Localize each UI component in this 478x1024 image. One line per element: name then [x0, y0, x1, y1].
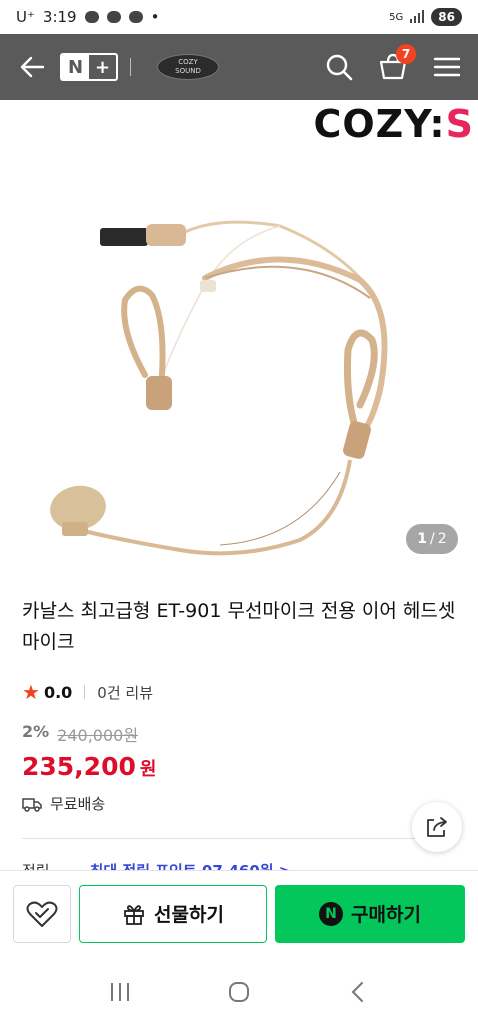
- recent-apps-icon: [110, 983, 129, 1001]
- bottom-action-bar: 선물하기 N 구매하기: [0, 870, 478, 956]
- price-row: 235,200 원: [22, 752, 458, 781]
- share-icon: [427, 817, 447, 837]
- image-counter-separator: /: [430, 531, 435, 547]
- review-count[interactable]: 0건 리뷰: [97, 682, 153, 703]
- shipping-row: 무료배송: [22, 793, 458, 814]
- n-logo: N: [62, 55, 89, 79]
- back-nav-button[interactable]: [338, 972, 378, 1012]
- gift-button-label: 선물하기: [154, 904, 224, 926]
- product-info: 카날스 최고급형 ET-901 무선마이크 전용 이어 헤드셋 마이크 ★ 0.…: [22, 596, 458, 814]
- menu-button[interactable]: [430, 50, 464, 84]
- buy-button-label: 구매하기: [351, 904, 421, 926]
- buy-button[interactable]: N 구매하기: [275, 884, 465, 943]
- talk-notification-icon: [84, 11, 99, 23]
- store-logo[interactable]: COZY SOUND: [157, 54, 219, 80]
- discount-percent: 2%: [22, 722, 50, 741]
- home-button[interactable]: [219, 972, 259, 1012]
- wishlist-button[interactable]: [13, 884, 71, 943]
- currency-label: 원: [139, 759, 157, 780]
- back-chevron-icon: [351, 982, 364, 1002]
- product-title: 카날스 최고급형 ET-901 무선마이크 전용 이어 헤드셋 마이크: [22, 600, 456, 653]
- chat-notification-icon: [106, 11, 121, 23]
- heart-check-icon: [26, 901, 58, 927]
- image-total-count: 2: [437, 531, 447, 547]
- rating-divider: [84, 685, 86, 699]
- battery-level: 86: [431, 8, 462, 26]
- image-page-counter: 1 / 2: [406, 524, 458, 554]
- recent-apps-button[interactable]: [100, 972, 140, 1012]
- network-type: 5G: [389, 11, 404, 23]
- naver-plus-logo[interactable]: N +: [60, 53, 118, 81]
- store-logo-line2: SOUND: [175, 67, 201, 75]
- section-divider: [22, 838, 416, 839]
- carrier-label: U⁺: [16, 8, 35, 26]
- system-nav-bar: [0, 960, 478, 1024]
- gift-icon: [124, 904, 144, 925]
- clock: 3:19: [42, 8, 77, 26]
- search-icon: [326, 54, 353, 81]
- image-current-index: 1: [417, 531, 428, 547]
- original-price: 240,000원: [57, 726, 139, 745]
- headset-microphone-illustration: [50, 220, 388, 556]
- home-icon: [228, 982, 249, 1002]
- menu-icon: [433, 57, 461, 77]
- plus-logo: +: [94, 56, 111, 78]
- product-image[interactable]: COZY:S: [0, 100, 478, 578]
- rating-score: 0.0: [43, 682, 73, 702]
- cart-button[interactable]: 7: [376, 44, 416, 84]
- status-bar: U⁺ 3:19 • 5G 86: [0, 0, 478, 34]
- share-button[interactable]: [412, 802, 462, 852]
- header-divider: [130, 58, 131, 76]
- back-arrow-icon: [20, 56, 45, 78]
- screenshot-notification-icon: [128, 11, 143, 23]
- store-logo-line1: COZY: [178, 58, 198, 66]
- dot-indicator-icon: •: [150, 8, 160, 26]
- truck-icon: [22, 797, 42, 812]
- signal-icon: [410, 10, 425, 23]
- sale-price: 235,200: [22, 752, 136, 781]
- shipping-label: 무료배송: [50, 795, 106, 813]
- search-button[interactable]: [322, 50, 356, 84]
- naver-pay-icon: N: [319, 901, 344, 926]
- back-button[interactable]: [14, 49, 50, 85]
- gift-button[interactable]: 선물하기: [79, 884, 267, 943]
- cart-count-badge: 7: [396, 44, 416, 64]
- app-header: N + COZY SOUND 7: [0, 34, 478, 100]
- rating-row[interactable]: ★ 0.0 0건 리뷰: [22, 680, 458, 704]
- discount-row: 2% 240,000원: [22, 722, 458, 746]
- star-icon: ★: [22, 680, 40, 704]
